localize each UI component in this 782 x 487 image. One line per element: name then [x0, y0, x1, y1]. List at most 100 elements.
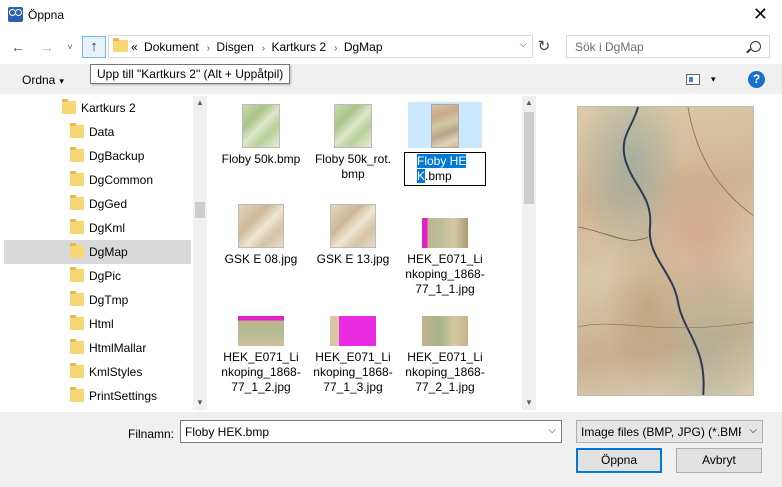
sidebar-item-dgmap[interactable]: DgMap [4, 240, 191, 264]
sidebar-item-label: Data [89, 125, 115, 139]
scroll-up-icon[interactable]: ▲ [522, 96, 536, 110]
rename-input[interactable]: Floby HEK.bmp [404, 152, 486, 186]
view-options-chevron-icon[interactable]: ▾ [711, 74, 716, 85]
recent-locations-chevron-icon[interactable]: ˅ [64, 36, 76, 58]
file-item[interactable]: Floby 50k.bmp [220, 102, 302, 167]
folder-icon [70, 267, 84, 282]
folder-icon [70, 243, 84, 258]
folder-icon [70, 291, 84, 306]
sidebar-item-kmlstyles[interactable]: KmlStyles [4, 360, 191, 384]
preview-pane [560, 96, 782, 410]
scrollbar-thumb[interactable] [524, 112, 534, 204]
file-item[interactable]: Floby 50k_rot.bmp [312, 102, 394, 182]
rename-extension-text: .bmp [425, 169, 452, 183]
file-thumbnail [316, 102, 390, 148]
sidebar-item-dgtmp[interactable]: DgTmp [4, 288, 191, 312]
scrollbar-thumb[interactable] [195, 202, 205, 218]
sidebar-item-label: DgGed [89, 197, 128, 211]
search-icon[interactable] [750, 41, 761, 52]
breadcrumb: « Dokument › Disgen › Kartkurs 2 › DgMap [131, 40, 386, 54]
open-button[interactable]: Öppna [576, 448, 662, 473]
forward-arrow-icon[interactable]: → [37, 36, 57, 58]
filename-label: Filnamn: [128, 427, 175, 441]
sidebar-item-kartkurs-2[interactable]: Kartkurs 2 [4, 96, 191, 120]
chevron-down-icon[interactable]: ⌵ [548, 425, 556, 436]
search-input[interactable]: Sök i DgMap [566, 35, 770, 58]
sidebar-item-printsettings[interactable]: PrintSettings [4, 384, 191, 408]
folder-icon [70, 147, 84, 162]
address-dropdown-icon[interactable]: ⌵ [519, 39, 527, 50]
file-name: Floby 50k_rot.bmp [314, 152, 392, 181]
back-arrow-icon[interactable]: ← [8, 36, 28, 58]
folder-icon [70, 339, 84, 354]
breadcrumb-separator-icon[interactable]: › [207, 43, 210, 54]
folder-icon [70, 387, 84, 402]
breadcrumb-item[interactable]: DgMap [344, 40, 383, 54]
folder-icon [113, 38, 128, 52]
map-preview-image [577, 106, 754, 396]
filename-input[interactable]: Floby HEK.bmp ⌵ [180, 420, 562, 443]
folder-icon [70, 363, 84, 378]
file-thumbnail [316, 202, 390, 248]
file-item-selected[interactable]: Floby HEK.bmp [404, 102, 486, 186]
cancel-button[interactable]: Avbryt [676, 448, 762, 473]
file-item[interactable]: HEK_E071_Linkoping_1868-77_1_1.jpg [404, 216, 486, 297]
sidebar-item-dgged[interactable]: DgGed [4, 192, 191, 216]
refresh-icon[interactable]: ↻ [534, 36, 554, 58]
up-arrow-button[interactable]: ↑ [82, 36, 106, 58]
file-name: HEK_E071_Linkoping_1868-77_1_3.jpg [313, 350, 393, 394]
navigation-scrollbar[interactable]: ▲ ▼ [193, 96, 207, 410]
file-name-rename: Floby HEK.bmp [404, 152, 486, 186]
title-bar: Öppna ✕ [0, 0, 782, 30]
change-view-icon[interactable] [686, 74, 700, 85]
breadcrumb-overflow[interactable]: « [131, 40, 138, 54]
address-bar[interactable]: « Dokument › Disgen › Kartkurs 2 › DgMap ⌵ [108, 35, 533, 58]
file-item[interactable]: GSK E 13.jpg [312, 202, 394, 267]
breadcrumb-item[interactable]: Disgen [216, 40, 253, 54]
file-thumbnail [408, 314, 482, 346]
file-list-scrollbar[interactable]: ▲ ▼ [522, 96, 536, 410]
file-list: Floby 50k.bmp Floby 50k_rot.bmp Floby HE… [208, 96, 538, 410]
sidebar-item-label: DgPic [89, 269, 122, 283]
filetype-select[interactable]: Image files (BMP, JPG) (*.BMP;* ⌵ [576, 420, 763, 443]
file-thumbnail [224, 314, 298, 346]
file-item[interactable]: HEK_E071_Linkoping_1868-77_1_2.jpg [220, 314, 302, 395]
scroll-up-icon[interactable]: ▲ [193, 96, 207, 110]
close-icon[interactable]: ✕ [753, 4, 768, 25]
sidebar-item-dgbackup[interactable]: DgBackup [4, 144, 191, 168]
file-item[interactable]: GSK E 08.jpg [220, 202, 302, 267]
sidebar-item-label: DgCommon [89, 173, 154, 187]
file-name: HEK_E071_Linkoping_1868-77_1_1.jpg [405, 252, 485, 296]
sidebar-item-htmlmallar[interactable]: HtmlMallar [4, 336, 191, 360]
window-title: Öppna [28, 8, 65, 22]
river-lines [578, 107, 753, 395]
sidebar-item-data[interactable]: Data [4, 120, 191, 144]
sidebar-item-label: DgBackup [89, 149, 145, 163]
sidebar-item-html[interactable]: Html [4, 312, 191, 336]
breadcrumb-separator-icon[interactable]: › [334, 43, 337, 54]
scroll-down-icon[interactable]: ▼ [193, 396, 207, 410]
file-item[interactable]: HEK_E071_Linkoping_1868-77_2_1.jpg [404, 314, 486, 395]
breadcrumb-separator-icon[interactable]: › [262, 43, 265, 54]
help-icon[interactable]: ? [748, 71, 765, 88]
file-thumbnail [408, 216, 482, 248]
folder-icon [70, 123, 84, 138]
file-item[interactable]: HEK_E071_Linkoping_1868-77_1_3.jpg [312, 314, 394, 395]
organize-button[interactable]: Ordna ▾ [22, 73, 64, 87]
file-thumbnail [408, 102, 482, 148]
sidebar-item-dgpic[interactable]: DgPic [4, 264, 191, 288]
breadcrumb-item[interactable]: Kartkurs 2 [271, 40, 326, 54]
sidebar-item-dgkml[interactable]: DgKml [4, 216, 191, 240]
chevron-down-icon: ⌵ [749, 425, 757, 436]
folder-icon [70, 171, 84, 186]
scroll-down-icon[interactable]: ▼ [522, 396, 536, 410]
sidebar-item-dgcommon[interactable]: DgCommon [4, 168, 191, 192]
breadcrumb-item[interactable]: Dokument [144, 40, 199, 54]
sidebar-item-label: KmlStyles [89, 365, 143, 379]
sidebar-item-label: HtmlMallar [89, 341, 147, 355]
sidebar-item-label: DgMap [89, 245, 128, 259]
sidebar-item-label: Kartkurs 2 [81, 101, 136, 115]
search-placeholder: Sök i DgMap [575, 40, 644, 54]
up-button-tooltip: Upp till "Kartkurs 2" (Alt + Uppåtpil) [90, 64, 291, 84]
file-name: HEK_E071_Linkoping_1868-77_1_2.jpg [221, 350, 301, 394]
